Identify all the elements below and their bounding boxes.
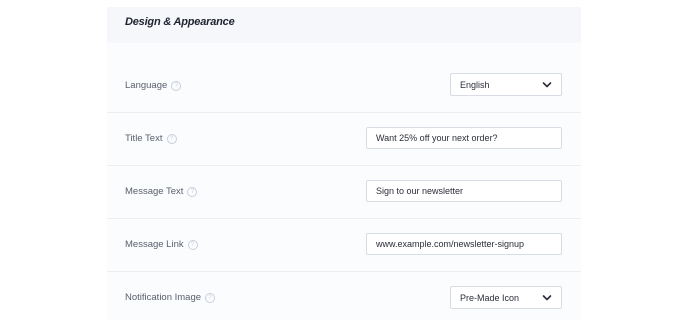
language-select[interactable]: English [450, 73, 562, 96]
notification-image-select[interactable]: Pre-Made Icon [450, 286, 562, 309]
title-text-input[interactable]: Want 25% off your next order? [366, 127, 562, 149]
notification-image-label: Notification Image [125, 292, 202, 303]
notification-image-row: Notification Image ? Pre-Made Icon [107, 271, 581, 325]
language-label: Language [125, 80, 168, 91]
message-text-input[interactable]: Sign to our newsletter [366, 180, 562, 202]
message-text-label-group: Message Text ? [125, 186, 198, 197]
title-text-label: Title Text [125, 133, 163, 144]
message-text-row: Message Text ? Sign to our newsletter [107, 165, 581, 219]
language-row: Language ? English [107, 59, 581, 112]
message-link-label: Message Link [125, 239, 184, 250]
help-icon[interactable]: ? [166, 133, 177, 144]
language-label-group: Language ? [125, 80, 182, 91]
chevron-down-icon [542, 294, 552, 300]
chevron-down-icon [542, 81, 552, 87]
title-text-label-group: Title Text ? [125, 133, 177, 144]
notification-image-label-group: Notification Image ? [125, 292, 216, 303]
design-appearance-panel: Design & Appearance Language ? English T… [107, 7, 581, 320]
help-icon[interactable]: ? [171, 80, 182, 91]
message-link-input[interactable]: www.example.com/newsletter-signup [366, 233, 562, 255]
panel-header: Design & Appearance [107, 7, 581, 43]
help-icon[interactable]: ? [187, 186, 198, 197]
title-text-row: Title Text ? Want 25% off your next orde… [107, 112, 581, 166]
help-icon[interactable]: ? [205, 292, 216, 303]
notification-image-select-value: Pre-Made Icon [460, 292, 520, 303]
section-title: Design & Appearance [125, 16, 235, 28]
message-link-row: Message Link ? www.example.com/newslette… [107, 218, 581, 272]
message-link-label-group: Message Link ? [125, 239, 198, 250]
help-icon[interactable]: ? [187, 239, 198, 250]
language-select-value: English [460, 79, 490, 90]
message-text-label: Message Text [125, 186, 184, 197]
